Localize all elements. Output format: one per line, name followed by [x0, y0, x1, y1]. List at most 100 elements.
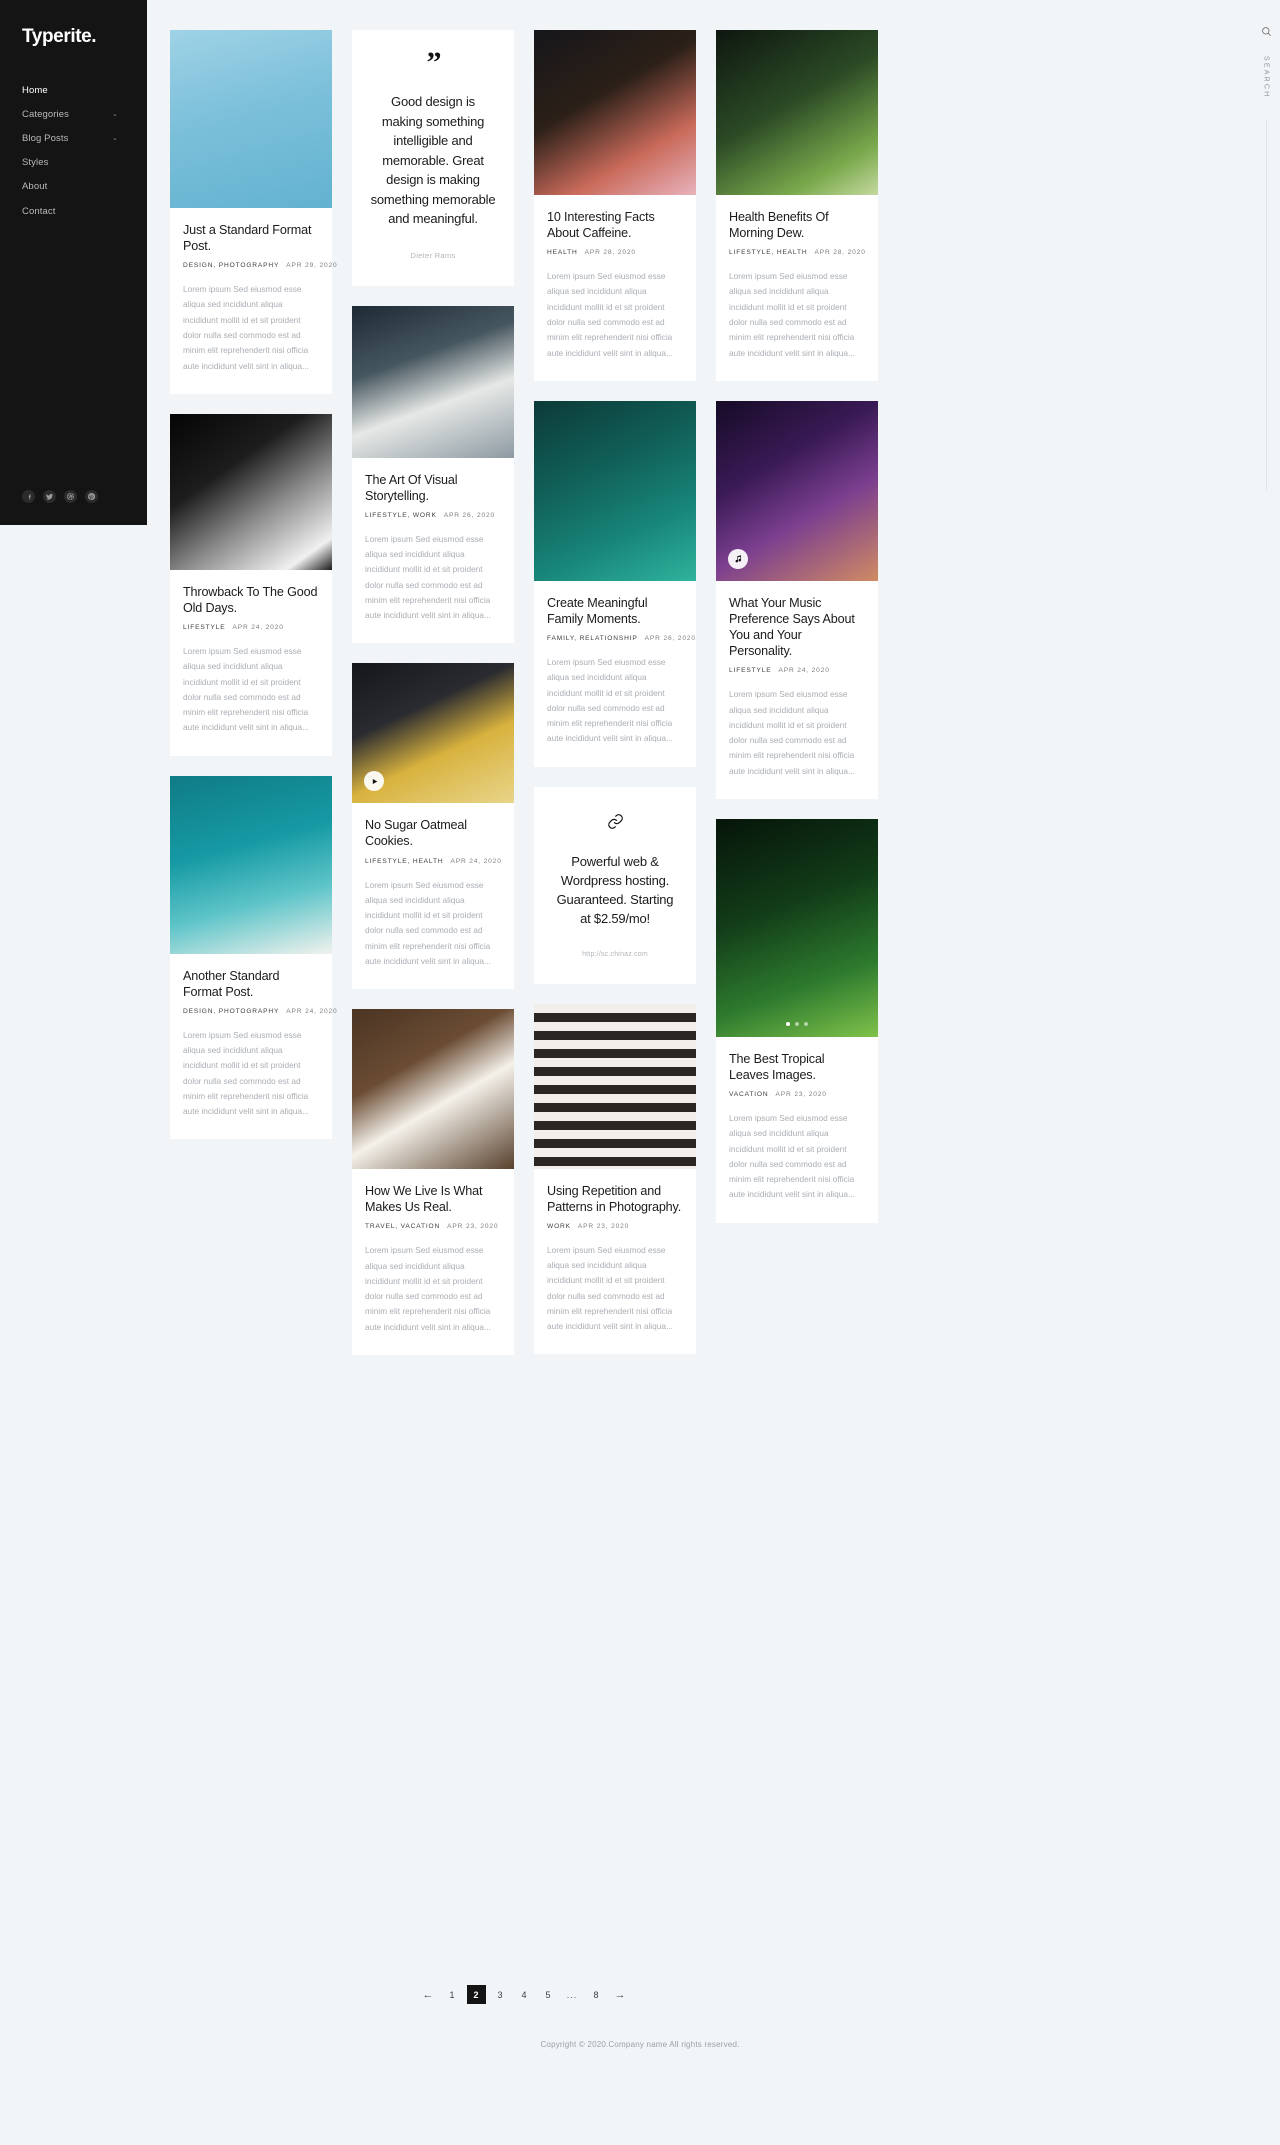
post-excerpt: Lorem ipsum Sed eiusmod esse aliqua sed … — [365, 1245, 491, 1332]
post-title[interactable]: The Art Of Visual Storytelling. — [365, 472, 501, 504]
post-thumbnail[interactable] — [352, 1009, 514, 1170]
pagination-page-2[interactable]: 2 — [466, 1985, 486, 2004]
post-card[interactable]: 10 Interesting Facts About Caffeine. HEAL… — [534, 30, 696, 381]
post-image — [352, 1009, 514, 1170]
post-categories[interactable]: HEALTH — [547, 249, 578, 256]
sidebar-item-label: Contact — [22, 205, 56, 217]
post-title[interactable]: Just a Standard Format Post. — [183, 222, 319, 254]
post-card[interactable]: Just a Standard Format Post. DESIGN, PHOT… — [170, 30, 337, 394]
sidebar-item-styles[interactable]: Styles — [22, 151, 126, 175]
brand-logo[interactable]: Typerite. — [0, 26, 147, 48]
search-label[interactable]: SEARCH — [1263, 56, 1270, 98]
post-title[interactable]: Throwback To The Good Old Days. — [183, 584, 319, 616]
post-date: APR 23, 2020 — [577, 1222, 630, 1230]
music-icon[interactable] — [728, 548, 748, 569]
sidebar-item-blog-posts[interactable]: Blog Posts ⌄ — [22, 126, 126, 150]
post-card[interactable]: The Art Of Visual Storytelling. LIFESTYLE… — [352, 305, 514, 644]
post-thumbnail[interactable] — [352, 305, 514, 458]
post-card[interactable]: Throwback To The Good Old Days. LIFESTYLE… — [170, 413, 332, 756]
post-thumbnail[interactable] — [716, 400, 878, 581]
sidebar-item-categories[interactable]: Categories ⌄ — [22, 102, 126, 126]
post-categories[interactable]: DESIGN, PHOTOGRAPHY — [183, 1008, 279, 1015]
post-excerpt: Lorem ipsum Sed eiusmod esse aliqua sed … — [547, 1244, 673, 1332]
post-title[interactable]: Another Standard Format Post. — [183, 968, 319, 1000]
post-meta: LIFESTYLE, HEALTH APR 28, 2020 — [729, 249, 865, 256]
post-meta: FAMILY, RELATIONSHIP APR 26, 2020 — [547, 635, 695, 642]
facebook-icon[interactable] — [22, 490, 35, 503]
pagination-page-3[interactable]: 3 — [491, 1985, 510, 2004]
post-thumbnail[interactable] — [716, 818, 878, 1037]
post-thumbnail[interactable] — [170, 413, 332, 570]
post-excerpt: Lorem ipsum Sed eiusmod esse aliqua sed … — [183, 646, 309, 733]
post-title[interactable]: Create Meaningful Family Moments. — [547, 595, 683, 627]
post-thumbnail[interactable] — [534, 400, 696, 581]
post-card[interactable]: Using Repetition and Patterns in Photogr… — [534, 1003, 696, 1355]
post-categories[interactable]: DESIGN, PHOTOGRAPHY — [183, 262, 279, 269]
post-categories[interactable]: WORK — [547, 1223, 571, 1230]
post-card[interactable]: Another Standard Format Post. DESIGN, PHO… — [170, 775, 337, 1140]
post-meta: DESIGN, PHOTOGRAPHY APR 24, 2020 — [183, 1008, 337, 1015]
post-excerpt: Lorem ipsum Sed eiusmod esse aliqua sed … — [365, 533, 491, 621]
pagination-page-4[interactable]: 4 — [515, 1985, 534, 2004]
sidebar-item-contact[interactable]: Contact — [22, 199, 126, 223]
quote-card: ” Good design is making something intelli… — [352, 30, 514, 286]
post-card[interactable]: The Best Tropical Leaves Images. VACATION… — [716, 818, 878, 1223]
pagination-ellipsis: ... — [566, 1989, 578, 2000]
post-categories[interactable]: LIFESTYLE — [729, 667, 771, 674]
post-categories[interactable]: LIFESTYLE — [183, 624, 225, 631]
dribbble-icon[interactable] — [64, 490, 77, 503]
post-thumbnail[interactable] — [534, 1003, 696, 1169]
post-body: The Art Of Visual Storytelling. LIFESTYLE… — [352, 458, 514, 644]
post-thumbnail[interactable] — [352, 663, 514, 804]
post-date: APR 23, 2020 — [775, 1091, 827, 1099]
post-date: APR 24, 2020 — [450, 857, 502, 865]
pagination-page-5[interactable]: 5 — [539, 1985, 558, 2004]
pagination-page-1[interactable]: 1 — [443, 1985, 462, 2004]
sidebar-item-about[interactable]: About — [22, 175, 126, 199]
post-meta: LIFESTYLE, WORK APR 26, 2020 — [365, 512, 501, 519]
post-body: No Sugar Oatmeal Cookies. LIFESTYLE, HEAL… — [352, 803, 514, 989]
post-title[interactable]: Using Repetition and Patterns in Photogr… — [547, 1183, 683, 1215]
pinterest-icon[interactable] — [85, 490, 98, 503]
post-title[interactable]: No Sugar Oatmeal Cookies. — [365, 817, 501, 849]
post-categories[interactable]: FAMILY, RELATIONSHIP — [547, 635, 638, 642]
post-title[interactable]: What Your Music Preference Says About Yo… — [729, 595, 865, 659]
post-title[interactable]: 10 Interesting Facts About Caffeine. — [547, 209, 683, 241]
slider-dot[interactable] — [795, 1021, 799, 1026]
pagination-next[interactable]: → — [611, 1985, 630, 2004]
post-date: APR 24, 2020 — [232, 624, 284, 632]
post-title[interactable]: How We Live Is What Makes Us Real. — [365, 1183, 501, 1215]
post-date: APR 29, 2020 — [286, 262, 338, 270]
post-title[interactable]: The Best Tropical Leaves Images. — [729, 1051, 865, 1083]
post-card[interactable]: How We Live Is What Makes Us Real. TRAVEL… — [352, 1009, 514, 1355]
post-categories[interactable]: LIFESTYLE, HEALTH — [365, 858, 443, 865]
search-icon[interactable] — [1261, 24, 1272, 42]
post-thumbnail[interactable] — [534, 30, 696, 195]
post-categories[interactable]: VACATION — [729, 1091, 769, 1098]
post-categories[interactable]: LIFESTYLE, HEALTH — [729, 249, 807, 256]
promo-link[interactable]: http://sc.chinaz.com — [554, 951, 676, 958]
post-title[interactable]: Health Benefits Of Morning Dew. — [729, 209, 865, 241]
sidebar-item-home[interactable]: Home — [22, 78, 126, 102]
post-card[interactable]: Create Meaningful Family Moments. FAMILY,… — [534, 400, 696, 767]
post-categories[interactable]: LIFESTYLE, WORK — [365, 512, 437, 519]
sidebar-item-label: Styles — [22, 157, 49, 169]
post-card[interactable]: No Sugar Oatmeal Cookies. LIFESTYLE, HEAL… — [352, 663, 514, 990]
promo-card: Powerful web & Wordpress hosting. Guaran… — [534, 786, 696, 984]
post-body: Throwback To The Good Old Days. LIFESTYLE… — [170, 570, 332, 756]
post-body: Health Benefits Of Morning Dew. LIFESTYLE… — [716, 195, 878, 381]
slider-dot[interactable] — [786, 1021, 790, 1026]
post-categories[interactable]: TRAVEL, VACATION — [365, 1223, 440, 1230]
pagination-prev[interactable]: ← — [419, 1985, 438, 2004]
slider-dot[interactable] — [804, 1021, 808, 1026]
post-thumbnail[interactable] — [170, 775, 332, 954]
post-image — [352, 305, 514, 458]
post-thumbnail[interactable] — [716, 30, 878, 195]
post-card[interactable]: Health Benefits Of Morning Dew. LIFESTYLE… — [716, 30, 878, 381]
post-image — [716, 30, 878, 195]
post-thumbnail[interactable] — [170, 30, 332, 208]
twitter-icon[interactable] — [43, 490, 56, 503]
post-body: How We Live Is What Makes Us Real. TRAVEL… — [352, 1169, 514, 1355]
pagination-page-8[interactable]: 8 — [587, 1985, 606, 2004]
post-card[interactable]: What Your Music Preference Says About Yo… — [716, 400, 878, 799]
